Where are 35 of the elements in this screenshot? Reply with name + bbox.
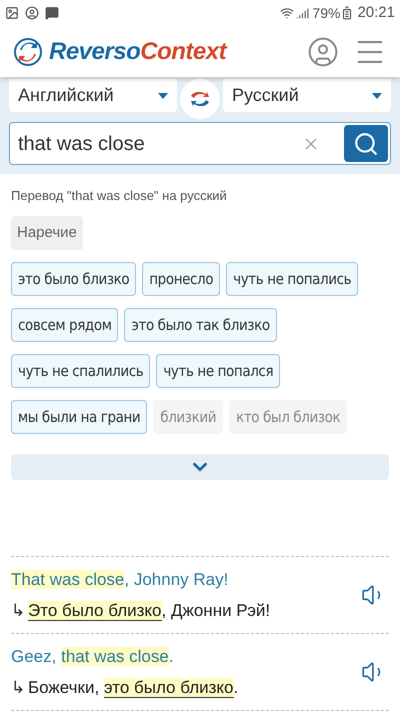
account-icon xyxy=(25,6,39,20)
part-of-speech-label: Наречие xyxy=(11,216,83,250)
wifi-icon xyxy=(280,6,294,20)
translation-chip[interactable]: совсем рядом xyxy=(11,308,118,342)
translation-chip[interactable]: это было так близко xyxy=(124,308,277,342)
search-field[interactable]: that was close xyxy=(9,122,391,165)
translation-chip[interactable]: чуть не спалились xyxy=(11,354,150,388)
translation-chip[interactable]: это было близко xyxy=(11,262,136,296)
battery-percent: 79% xyxy=(312,4,340,23)
message-icon xyxy=(45,6,59,20)
example-source-sentence: That was close, Johnny Ray! xyxy=(11,569,230,591)
translation-chip[interactable]: чуть не попались xyxy=(226,262,358,296)
example-source-sentence: Geez, that was close. xyxy=(11,646,175,668)
search-input[interactable]: that was close xyxy=(18,128,302,158)
target-language-select[interactable]: Русский xyxy=(223,79,391,112)
translation-heading: Перевод "that was close" на русский xyxy=(11,187,228,205)
dropdown-caret-icon xyxy=(372,92,382,98)
arrow-glyph: ↳ xyxy=(11,676,25,698)
example-translation-sentence: Это было близко, Джонни Рэй! xyxy=(28,600,270,622)
translation-chip[interactable]: чуть не попался xyxy=(156,354,280,388)
search-icon xyxy=(353,130,379,156)
logo-text: ReversoContext xyxy=(49,36,226,67)
translation-chip[interactable]: мы были на грани xyxy=(11,400,148,434)
translation-chip[interactable]: пронесло xyxy=(142,262,220,296)
profile-icon[interactable] xyxy=(307,36,339,68)
logo-icon xyxy=(13,36,43,67)
image-icon xyxy=(5,6,19,20)
example-translation-sentence: Божечки, это было близко. xyxy=(28,676,238,700)
arrow-glyph: ↳ xyxy=(11,600,25,622)
search-button[interactable] xyxy=(344,125,388,162)
signal-icon xyxy=(296,6,310,20)
dropdown-caret-icon xyxy=(158,92,168,98)
swap-languages-button[interactable] xyxy=(180,78,220,118)
clock: 20:21 xyxy=(357,2,395,23)
source-language-select[interactable]: Английский xyxy=(9,79,177,112)
